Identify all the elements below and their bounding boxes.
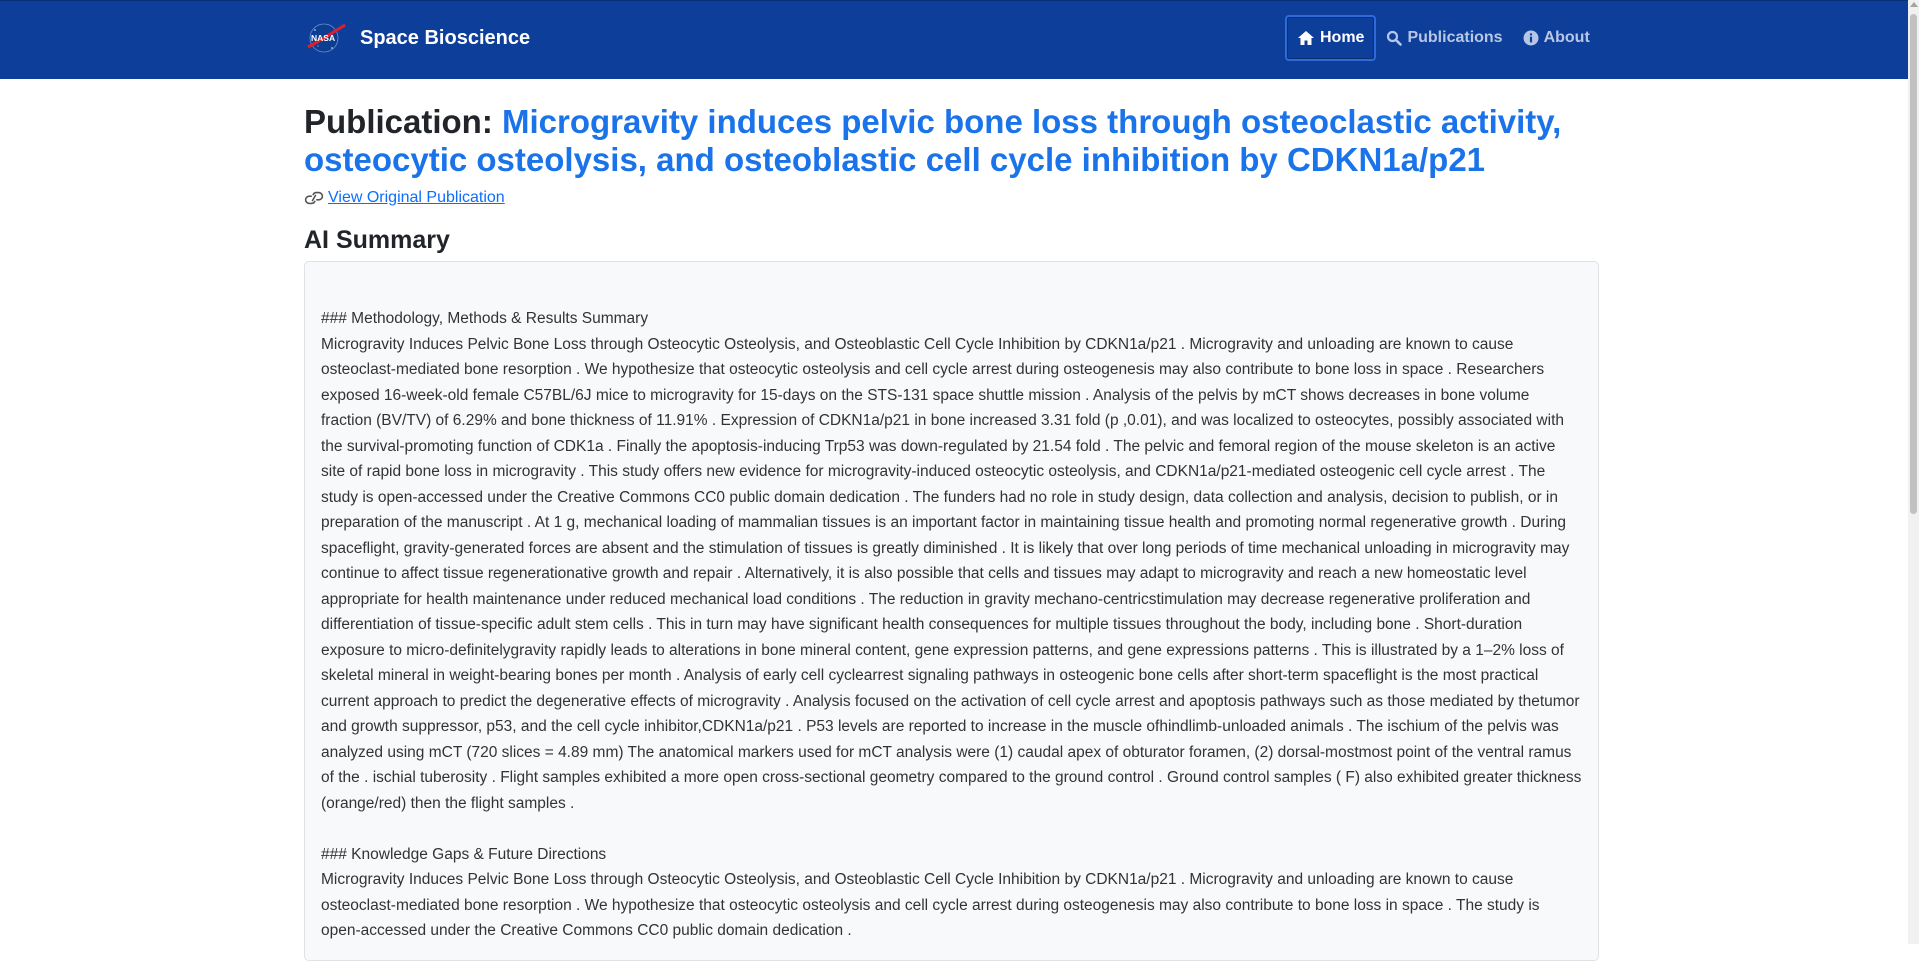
nav-links: Home Publications About [1285, 15, 1600, 61]
original-publication-row: View Original Publication [304, 189, 1601, 207]
top-navbar: NASA Space Bioscience Home Publications … [0, 0, 1908, 79]
nav-publications-label: Publications [1407, 29, 1503, 46]
summary-section-heading: ### Methodology, Methods & Results Summa… [321, 310, 649, 327]
home-icon [1298, 31, 1314, 45]
ai-summary-box: ### Methodology, Methods & Results Summa… [304, 261, 1599, 961]
ai-summary-heading: AI Summary [304, 226, 450, 254]
nav-about-label: About [1543, 29, 1590, 46]
svg-text:NASA: NASA [311, 33, 335, 43]
page-title: Publication: Microgravity induces pelvic… [304, 103, 1601, 179]
nasa-logo-icon: NASA [307, 23, 346, 53]
nav-home-link[interactable]: Home [1285, 15, 1377, 61]
link-icon [304, 191, 324, 205]
scrollbar-thumb[interactable] [1910, 14, 1917, 514]
summary-paragraph: Microgravity Induces Pelvic Bone Loss th… [321, 335, 1582, 812]
knowledge-gaps-heading: ### Knowledge Gaps & Future Directions [321, 845, 607, 863]
brand-title: Space Bioscience [360, 26, 531, 49]
main-content: Publication: Microgravity induces pelvic… [304, 78, 1601, 961]
view-original-publication-link[interactable]: View Original Publication [328, 189, 505, 207]
knowledge-gaps-paragraph: Microgravity Induces Pelvic Bone Loss th… [321, 871, 1540, 939]
scroll-up-arrow-icon[interactable] [1909, 2, 1918, 7]
title-prefix: Publication: [304, 103, 502, 140]
nav-home-label: Home [1320, 29, 1365, 46]
nav-publications-link[interactable]: Publications [1376, 16, 1512, 60]
info-icon [1523, 30, 1539, 46]
nav-about-link[interactable]: About [1513, 16, 1600, 60]
search-icon [1387, 30, 1403, 46]
page-scrollbar[interactable] [1908, 0, 1919, 944]
brand[interactable]: NASA Space Bioscience [306, 21, 530, 55]
